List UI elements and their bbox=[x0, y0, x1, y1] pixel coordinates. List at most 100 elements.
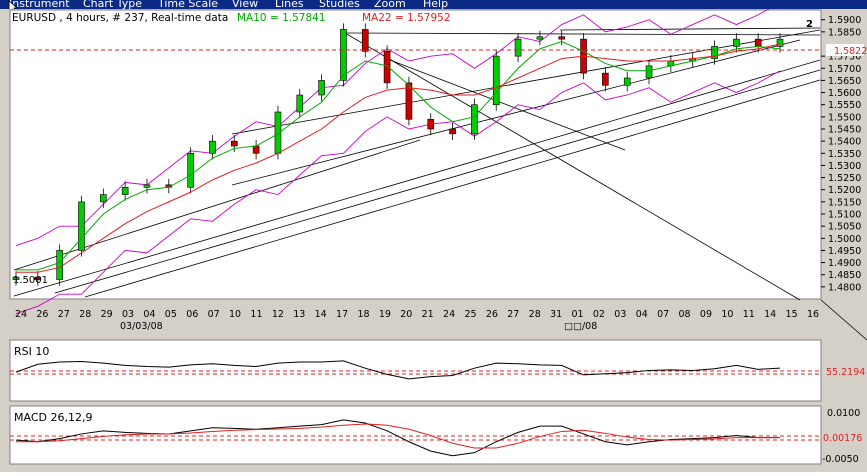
price-tick-label: 1.5850 bbox=[828, 27, 861, 38]
price-panel[interactable] bbox=[9, 9, 822, 300]
candle-body bbox=[514, 38, 522, 57]
menu-lines[interactable]: Lines bbox=[275, 0, 304, 9]
price-tick-label: 1.4800 bbox=[828, 282, 861, 293]
candle-body bbox=[361, 29, 369, 52]
date-tick-label: 28 bbox=[529, 309, 541, 320]
date-tick-label: 24 bbox=[15, 309, 27, 320]
candle-body bbox=[776, 38, 784, 47]
macd-tick-top: 0.0100 bbox=[827, 408, 860, 419]
price-tick-label: 1.5350 bbox=[828, 149, 861, 160]
menu-studies[interactable]: Studies bbox=[319, 0, 360, 9]
date-tick-label: 07 bbox=[208, 309, 220, 320]
price-tick-label: 1.5600 bbox=[828, 88, 861, 99]
date-tick-label: 09 bbox=[700, 309, 712, 320]
date-tick-label: 25 bbox=[464, 309, 476, 320]
date-tick-label: 10 bbox=[721, 309, 733, 320]
ma22-label: MA22 = 1.57952 bbox=[362, 12, 451, 24]
current-price-label: 1.5822 bbox=[834, 46, 867, 57]
date-tick-label: 12 bbox=[272, 309, 284, 320]
price-tick-label: 1.5650 bbox=[828, 76, 861, 87]
menu-help[interactable]: Help bbox=[423, 0, 448, 9]
date-tick-label: 29 bbox=[101, 309, 113, 320]
price-tick-label: 1.5900 bbox=[828, 15, 861, 26]
date-tick-label: 07 bbox=[657, 309, 669, 320]
date-tick-label: 14 bbox=[764, 309, 776, 320]
date-tick-label: 31 bbox=[550, 309, 562, 320]
date-tick-label: 04 bbox=[143, 309, 155, 320]
candle-body bbox=[100, 194, 107, 203]
date-tick-label: 02 bbox=[593, 309, 605, 320]
date-tick-label: 13 bbox=[293, 309, 305, 320]
date-tick-label: 06 bbox=[186, 309, 198, 320]
date-tick-label: 11 bbox=[743, 309, 755, 320]
candle-body bbox=[449, 128, 456, 135]
marker-2-label: 2 bbox=[806, 19, 813, 30]
candle-body bbox=[602, 72, 609, 86]
month-label-april: □□/08 bbox=[564, 321, 597, 332]
menu-zoom[interactable]: Zoom bbox=[374, 0, 406, 9]
date-tick-label: 28 bbox=[79, 309, 91, 320]
date-tick-label: 27 bbox=[507, 309, 519, 320]
chart-window: EURUSD , 4 hours, # 237, Real-time data … bbox=[0, 2, 867, 472]
month-label-march: 03/03/08 bbox=[120, 321, 163, 332]
menu-chart-type[interactable]: Chart Type bbox=[83, 0, 142, 9]
date-axis: 24 26 27 28 29 03 04 05 06 07 10 11 12 13 14 17 18 19 20 21… bbox=[15, 309, 819, 320]
candle-body bbox=[340, 29, 347, 81]
date-tick-label: 18 bbox=[357, 309, 369, 320]
date-tick-label: 14 bbox=[315, 309, 327, 320]
rsi-title: RSI 10 bbox=[14, 345, 49, 358]
price-tick-label: 1.5500 bbox=[828, 112, 861, 123]
candle-body bbox=[78, 201, 85, 251]
candle-body bbox=[536, 36, 544, 40]
price-tick-label: 1.4850 bbox=[828, 270, 861, 281]
candle-body bbox=[56, 250, 63, 280]
price-tick-label: 1.5450 bbox=[828, 125, 861, 136]
date-tick-label: 19 bbox=[379, 309, 391, 320]
date-tick-label: 20 bbox=[400, 309, 412, 320]
date-tick-label: 11 bbox=[250, 309, 262, 320]
date-tick-label: 17 bbox=[336, 309, 348, 320]
menu-view[interactable]: View bbox=[232, 0, 258, 9]
candle-body bbox=[427, 118, 435, 130]
date-tick-label: 03 bbox=[614, 309, 626, 320]
price-tick-label: 1.5000 bbox=[828, 234, 861, 245]
price-tick-label: 1.5300 bbox=[828, 161, 861, 172]
date-tick-label: 10 bbox=[229, 309, 241, 320]
date-tick-label: 16 bbox=[807, 309, 819, 320]
date-tick-label: 24 bbox=[443, 309, 455, 320]
menu-time-scale[interactable]: Time Scale bbox=[158, 0, 218, 9]
candle-body bbox=[209, 140, 216, 154]
price-tick-label: 1.4900 bbox=[828, 258, 861, 269]
candle-body bbox=[754, 38, 762, 47]
candle-body bbox=[252, 145, 260, 154]
price-tick-label: 1.5700 bbox=[828, 64, 861, 75]
ma10-label: MA10 = 1.57841 bbox=[237, 12, 326, 24]
candle-body bbox=[143, 184, 151, 188]
macd-value-label: 0.00176 bbox=[823, 433, 862, 444]
candle-body bbox=[296, 94, 304, 113]
date-tick-label: 26 bbox=[486, 309, 498, 320]
candle-body bbox=[623, 77, 631, 86]
date-tick-label: 03 bbox=[122, 309, 134, 320]
candle-body bbox=[230, 140, 238, 147]
price-tick-label: 1.5100 bbox=[828, 210, 861, 221]
candle-body bbox=[492, 55, 500, 106]
menu-bar: Instrument Chart Type Time Scale View Li… bbox=[0, 0, 867, 9]
date-tick-label: 05 bbox=[165, 309, 177, 320]
price-tick-label: 1.5400 bbox=[828, 137, 861, 148]
date-tick-label: 08 bbox=[679, 309, 691, 320]
price-tick-label: 1.5200 bbox=[828, 185, 861, 196]
candle-body bbox=[558, 36, 566, 40]
date-tick-label: 15 bbox=[786, 309, 798, 320]
left-price-label: 1.5001 bbox=[13, 275, 48, 286]
candle-body bbox=[645, 65, 653, 79]
price-tick-label: 1.5150 bbox=[828, 197, 861, 208]
date-tick-label: 01 bbox=[571, 309, 583, 320]
date-tick-label: 27 bbox=[58, 309, 70, 320]
trend-line-extension bbox=[820, 299, 867, 341]
price-tick-label: 1.5250 bbox=[828, 173, 861, 184]
candle-body bbox=[471, 104, 478, 135]
date-tick-label: 21 bbox=[422, 309, 434, 320]
macd-tick-bottom: -0.0050 bbox=[822, 454, 859, 465]
menu-instrument[interactable]: Instrument bbox=[9, 0, 70, 9]
